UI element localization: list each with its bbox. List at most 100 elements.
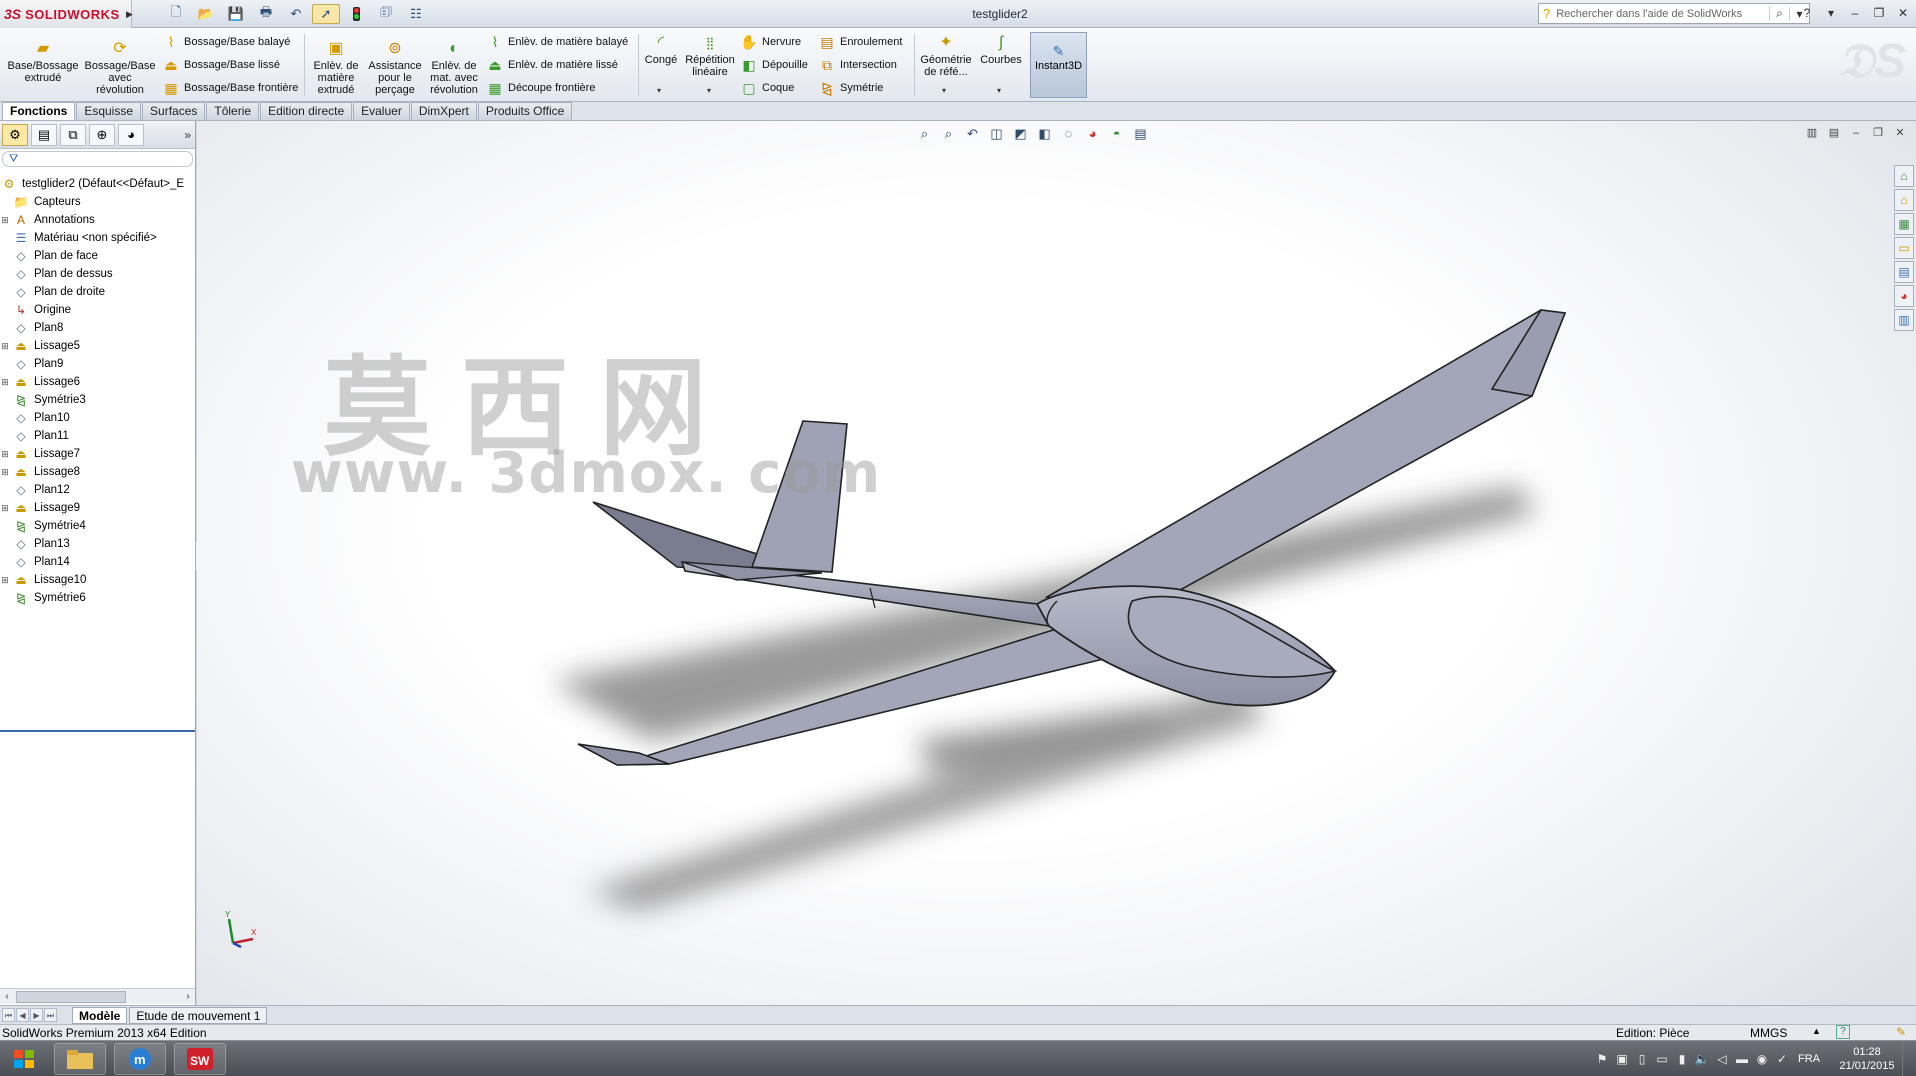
tab-edition-directe[interactable]: Edition directe [260, 102, 353, 120]
tab-produits-office[interactable]: Produits Office [477, 102, 573, 120]
tab-dimxpert[interactable]: DimXpert [410, 102, 477, 120]
swept-boss-button[interactable]: ⌇ Bossage/Base balayé [162, 32, 291, 52]
file-explorer-taskbar-icon[interactable] [54, 1043, 106, 1075]
battery-icon[interactable]: ▬ [1732, 1052, 1752, 1066]
wrap-button[interactable]: ▤ Enroulement [818, 32, 902, 52]
last-tab-icon[interactable]: ⏭ [44, 1008, 57, 1022]
curves-dropdown-icon[interactable]: ▾ [997, 86, 1001, 95]
volume-icon[interactable]: 🔈 [1692, 1052, 1712, 1066]
scroll-left-icon[interactable]: ‹ [0, 991, 14, 1002]
revolved-boss-button[interactable]: ⟳ Bossage/Base avec révolution [84, 40, 156, 96]
signal-icon[interactable]: ▮ [1672, 1052, 1692, 1066]
draft-button[interactable]: ◧ Dépouille [740, 55, 808, 75]
boundary-cut-button[interactable]: ▦ Découpe frontière [486, 78, 595, 98]
lofted-cut-button[interactable]: ⏏ Enlèv. de matière lissé [486, 55, 617, 75]
tree-item[interactable]: ⊞ ⏏ Lissage10 [0, 571, 195, 589]
tree-item[interactable]: ◇ Plan13 [0, 535, 195, 553]
graphics-area[interactable]: ⌕ ⌕ ↶ ◫ ◩ ◧ ◌ ◕ ◓ ▤ ▥ ▤ – ❐ ✕ ⌂ ⌂ ▦ ▭ ▤ … [197, 121, 1916, 1005]
windows-start-icon[interactable] [6, 1043, 42, 1075]
expand-plus-icon[interactable]: ⊞ [0, 503, 10, 514]
search-icon[interactable]: ⌕ [1769, 6, 1789, 21]
next-tab-icon[interactable]: ▶ [30, 1008, 43, 1022]
pattern-dropdown-icon[interactable]: ▾ [707, 86, 711, 95]
dimxpert-manager-tab-icon[interactable]: ⊕ [89, 123, 115, 146]
prev-tab-icon[interactable]: ◀ [16, 1008, 29, 1022]
lofted-boss-button[interactable]: ⏏ Bossage/Base lissé [162, 55, 280, 75]
swept-cut-button[interactable]: ⌇ Enlèv. de matière balayé [486, 32, 629, 52]
scroll-thumb[interactable] [16, 990, 126, 1003]
display-icon[interactable]: ▭ [1652, 1052, 1672, 1066]
more-tabs-icon[interactable]: » [184, 128, 191, 142]
curves-button[interactable]: ʃ Courbes [976, 34, 1026, 66]
restore-icon[interactable]: ❐ [1868, 3, 1890, 23]
rebuild-traffic-light-icon[interactable] [342, 4, 370, 24]
tree-item[interactable]: ◇ Plan11 [0, 427, 195, 445]
status-help-icon[interactable]: ? [1836, 1025, 1850, 1039]
select-cursor-icon[interactable]: ➚ [312, 4, 340, 24]
feature-manager-tab-icon[interactable]: ⚙ [2, 123, 28, 146]
reference-geometry-button[interactable]: ✦ Géométrie de réfé... [918, 34, 974, 78]
security-shield-icon[interactable]: ✓ [1772, 1052, 1792, 1066]
tree-item[interactable]: ⊞ ⏏ Lissage5 [0, 337, 195, 355]
fillet-dropdown-icon[interactable]: ▾ [657, 86, 661, 95]
tree-rollback-bar[interactable] [0, 730, 195, 732]
tree-item[interactable]: ◇ Plan de droite [0, 283, 195, 301]
device-icon[interactable]: ▯ [1632, 1052, 1652, 1066]
tab-motion-study[interactable]: Etude de mouvement 1 [129, 1006, 268, 1024]
configuration-manager-tab-icon[interactable]: ⧉ [60, 123, 86, 146]
options-icon[interactable]: ☷ [402, 4, 430, 24]
scroll-right-icon[interactable]: › [181, 991, 195, 1002]
help-icon[interactable]: ? [1796, 3, 1818, 23]
fillet-button[interactable]: ◜ Congé [642, 34, 680, 66]
new-document-icon[interactable]: 🗋 [162, 4, 190, 24]
tree-root-part[interactable]: ⚙ testglider2 (Défaut<<Défaut>_E [0, 175, 195, 193]
tree-filter-input[interactable]: ⛛ [2, 151, 193, 167]
linear-pattern-button[interactable]: ⣿ Répétition linéaire [684, 34, 736, 78]
tab-modele[interactable]: Modèle [72, 1006, 128, 1024]
display-manager-tab-icon[interactable]: ◕ [118, 123, 144, 146]
help-dropdown-icon[interactable]: ▾ [1820, 3, 1842, 23]
file-properties-icon[interactable]: 🗊 [372, 4, 400, 24]
menu-expand-arrow-icon[interactable]: ▶ [126, 9, 133, 20]
tree-item[interactable]: ⊞ ⏏ Lissage8 [0, 463, 195, 481]
clock[interactable]: 01:28 21/01/2015 [1832, 1045, 1902, 1073]
tree-item[interactable]: ↳ Origine [0, 301, 195, 319]
tree-item[interactable]: ◇ Plan8 [0, 319, 195, 337]
tree-item[interactable]: ◇ Plan9 [0, 355, 195, 373]
antivirus-icon[interactable]: ◉ [1752, 1052, 1772, 1066]
minimize-icon[interactable]: – [1844, 3, 1866, 23]
speaker-icon[interactable]: ◁ [1712, 1052, 1732, 1066]
revolved-cut-button[interactable]: ◐ Enlèv. de mat. avec révolution [426, 40, 482, 96]
units-up-arrow-icon[interactable]: ▲ [1812, 1026, 1821, 1036]
solidworks-taskbar-icon[interactable]: SW [174, 1043, 226, 1075]
tree-item[interactable]: ⊞ ⏏ Lissage6 [0, 373, 195, 391]
rib-button[interactable]: ✋ Nervure [740, 32, 801, 52]
expand-plus-icon[interactable]: ⊞ [0, 215, 10, 226]
solidworks-menu-button[interactable]: 3S SOLIDWORKS [0, 0, 132, 28]
show-desktop-button[interactable] [1902, 1041, 1916, 1076]
glider-model-view[interactable] [197, 121, 1916, 1005]
shell-button[interactable]: ▢ Coque [740, 78, 794, 98]
tree-item[interactable]: ⧎ Symétrie4 [0, 517, 195, 535]
expand-plus-icon[interactable]: ⊞ [0, 575, 10, 586]
tree-item[interactable]: ☰ Matériau <non spécifié> [0, 229, 195, 247]
intersect-button[interactable]: ⧉ Intersection [818, 55, 897, 75]
save-icon[interactable]: 💾 [222, 4, 250, 24]
tab-fonctions[interactable]: Fonctions [2, 102, 76, 120]
tree-item[interactable]: ◇ Plan12 [0, 481, 195, 499]
first-tab-icon[interactable]: ⏮ [2, 1008, 15, 1022]
property-manager-tab-icon[interactable]: ▤ [31, 123, 57, 146]
flag-icon[interactable]: ⚑ [1592, 1052, 1612, 1066]
tab-tolerie[interactable]: Tôlerie [206, 102, 260, 120]
help-search-input[interactable]: Rechercher dans l'aide de SolidWorks [1556, 8, 1769, 20]
boundary-boss-button[interactable]: ▦ Bossage/Base frontière [162, 78, 298, 98]
print-icon[interactable]: 🖶 [252, 4, 280, 24]
tree-item[interactable]: ◇ Plan10 [0, 409, 195, 427]
tree-item[interactable]: ⊞ ⏏ Lissage7 [0, 445, 195, 463]
language-indicator[interactable]: FRA [1798, 1053, 1820, 1065]
tree-item[interactable]: ⊞ A Annotations [0, 211, 195, 229]
tab-esquisse[interactable]: Esquisse [76, 102, 142, 120]
expand-plus-icon[interactable]: ⊞ [0, 467, 10, 478]
help-search-box[interactable]: ? Rechercher dans l'aide de SolidWorks ⌕… [1538, 3, 1810, 24]
reference-geometry-dropdown-icon[interactable]: ▾ [942, 86, 946, 95]
